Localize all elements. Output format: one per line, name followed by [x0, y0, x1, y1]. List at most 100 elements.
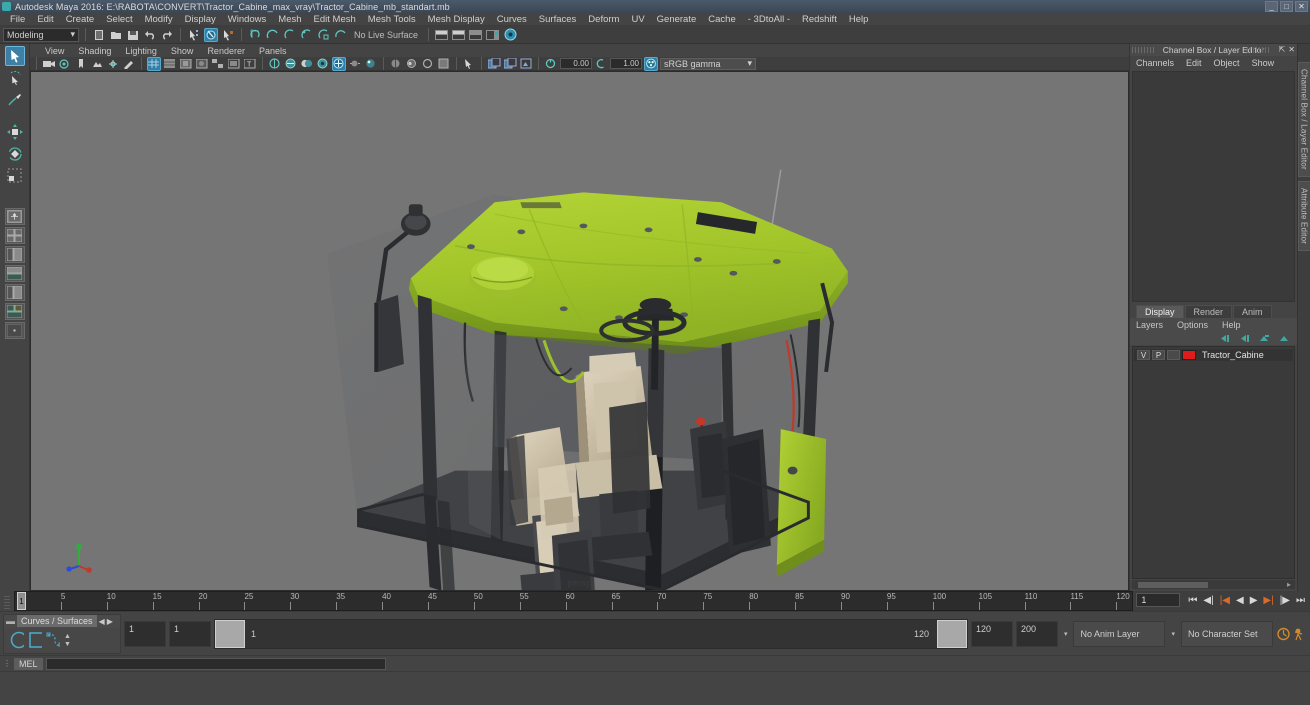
scroll-right-arrow[interactable]: ▸: [1287, 580, 1295, 589]
menu-uv[interactable]: UV: [625, 13, 650, 26]
layer-menu-layers[interactable]: Layers: [1136, 320, 1163, 330]
layer-row[interactable]: V P Tractor_Cabine: [1134, 349, 1293, 361]
channel-box-menu-object[interactable]: Object: [1214, 58, 1240, 68]
save-scene-icon[interactable]: [126, 28, 140, 42]
menu-create[interactable]: Create: [60, 13, 101, 26]
use-default-material-icon[interactable]: [195, 57, 209, 71]
wireframe-shading-icon[interactable]: [147, 56, 161, 71]
minimize-button[interactable]: _: [1265, 1, 1278, 12]
script-language-label[interactable]: MEL: [14, 657, 43, 670]
gamma-value-field[interactable]: 1.00: [610, 58, 642, 69]
layout-four-view-icon[interactable]: [4, 227, 25, 244]
lasso-select-tool[interactable]: [5, 68, 25, 88]
undock-icon[interactable]: ⇱: [1279, 45, 1286, 54]
menu-generate[interactable]: Generate: [651, 13, 703, 26]
viewport-menu-renderer[interactable]: Renderer: [200, 46, 252, 56]
color-management-icon[interactable]: [644, 56, 658, 71]
paint-select-tool[interactable]: [5, 90, 25, 110]
smooth-shade-all-icon[interactable]: [163, 57, 177, 71]
anti-aliasing-icon[interactable]: [332, 56, 346, 71]
panel-layout-a-icon[interactable]: [487, 57, 501, 71]
layer-visibility-toggle[interactable]: V: [1137, 350, 1150, 360]
anim-start-time-field[interactable]: 1: [124, 620, 166, 647]
move-tool[interactable]: [5, 122, 25, 142]
layer-color-swatch[interactable]: [1182, 350, 1196, 360]
layer-tab-render[interactable]: Render: [1184, 305, 1233, 318]
layout-persp-render-icon[interactable]: [4, 303, 25, 320]
auto-keyframe-toggle-icon[interactable]: [1276, 627, 1290, 641]
current-time-indicator[interactable]: 1: [17, 592, 26, 610]
open-hypergraph-icon[interactable]: [452, 28, 466, 42]
menu-edit-mesh[interactable]: Edit Mesh: [308, 13, 362, 26]
step-back-keyframe-button[interactable]: ◀|: [1201, 594, 1215, 608]
snap-to-grid-icon[interactable]: [248, 28, 262, 42]
gamma-icon[interactable]: [594, 57, 608, 71]
layout-custom-icon[interactable]: [4, 322, 25, 339]
color-profile-dropdown[interactable]: sRGB gamma ▾: [660, 57, 756, 70]
horizontal-scrollbar[interactable]: ▸: [1132, 580, 1295, 589]
shelf-scroll-down-icon[interactable]: ▼: [64, 641, 71, 648]
play-forwards-button[interactable]: ▶: [1248, 594, 1260, 608]
range-start-handle[interactable]: [215, 619, 245, 648]
vertical-tab-channel-box-layer-editor[interactable]: Channel Box / Layer Editor: [1297, 62, 1310, 177]
range-end-handle[interactable]: [936, 619, 967, 648]
shelf-scroll-up-icon[interactable]: ▲: [64, 633, 71, 640]
nurbs-circle-icon[interactable]: [10, 631, 24, 649]
open-outliner-icon[interactable]: [435, 28, 449, 42]
menu-mesh-tools[interactable]: Mesh Tools: [362, 13, 422, 26]
layer-playback-toggle[interactable]: P: [1152, 350, 1165, 360]
layer-tab-display[interactable]: Display: [1136, 305, 1184, 318]
scrollbar-thumb[interactable]: [1138, 581, 1208, 588]
grease-pencil-icon[interactable]: [122, 57, 136, 71]
redo-icon[interactable]: [160, 28, 174, 42]
tractor-cabin-3d-model[interactable]: [31, 72, 1128, 590]
two-dimensional-pan-zoom-icon[interactable]: [106, 57, 120, 71]
layout-single-perspective-icon[interactable]: [4, 208, 25, 225]
scale-tool[interactable]: [5, 166, 25, 186]
maximize-button[interactable]: □: [1280, 1, 1293, 12]
camera-attributes-icon[interactable]: [58, 57, 72, 71]
layer-menu-options[interactable]: Options: [1177, 320, 1208, 330]
shadows-icon[interactable]: [300, 57, 314, 71]
open-scene-icon[interactable]: [109, 28, 123, 42]
current-frame-field[interactable]: 1: [1136, 593, 1181, 607]
motion-blur-icon[interactable]: [348, 57, 362, 71]
layer-type-toggle[interactable]: [1167, 350, 1180, 360]
snap-to-view-plane-icon[interactable]: [316, 28, 330, 42]
shaded-textured-icon[interactable]: [179, 57, 193, 71]
range-slider-bar[interactable]: 1 120: [214, 618, 968, 649]
panel-layout-c-icon[interactable]: [519, 57, 533, 71]
channel-box-menu-channels[interactable]: Channels: [1136, 58, 1174, 68]
range-end-time-field[interactable]: 120: [970, 620, 1013, 647]
menu-file[interactable]: File: [4, 13, 31, 26]
playback-options-arrow[interactable]: ▾: [1061, 630, 1071, 638]
new-layer-from-selected-icon[interactable]: [1277, 331, 1291, 345]
menu-set-dropdown[interactable]: Modeling ▾: [3, 27, 79, 42]
x-ray-joints-icon[interactable]: [227, 57, 241, 71]
snap-to-curve-icon[interactable]: [265, 28, 279, 42]
select-by-object-type-icon[interactable]: [204, 27, 218, 42]
select-camera-icon[interactable]: [42, 57, 56, 71]
select-by-component-type-icon[interactable]: [221, 28, 235, 42]
shelf-menu-icon[interactable]: ▬: [6, 616, 15, 626]
exposure-toggle-icon[interactable]: [421, 57, 435, 71]
isolate-select-icon[interactable]: [389, 57, 403, 71]
menu-windows[interactable]: Windows: [222, 13, 273, 26]
screen-space-ao-icon[interactable]: [364, 57, 378, 71]
layer-move-down-icon[interactable]: [1237, 331, 1251, 345]
all-lights-icon[interactable]: [268, 57, 282, 71]
make-live-icon[interactable]: [333, 28, 347, 42]
viewport-menu-view[interactable]: View: [38, 46, 71, 56]
nurbs-square-icon[interactable]: [28, 632, 42, 648]
exposure-value-field[interactable]: 0.00: [560, 58, 592, 69]
viewport-menu-panels[interactable]: Panels: [252, 46, 294, 56]
layer-move-up-icon[interactable]: [1217, 331, 1231, 345]
anim-layer-dropdown[interactable]: No Anim Layer: [1073, 620, 1166, 647]
persp-viewport[interactable]: persp: [30, 71, 1129, 591]
close-button[interactable]: ✕: [1295, 1, 1308, 12]
go-to-end-button[interactable]: ⏭: [1294, 594, 1307, 608]
command-line-drag-handle[interactable]: ⋮: [3, 659, 11, 668]
close-icon[interactable]: ✕: [1288, 45, 1295, 54]
menu-select[interactable]: Select: [100, 13, 138, 26]
bookmark-icon[interactable]: [74, 57, 88, 71]
